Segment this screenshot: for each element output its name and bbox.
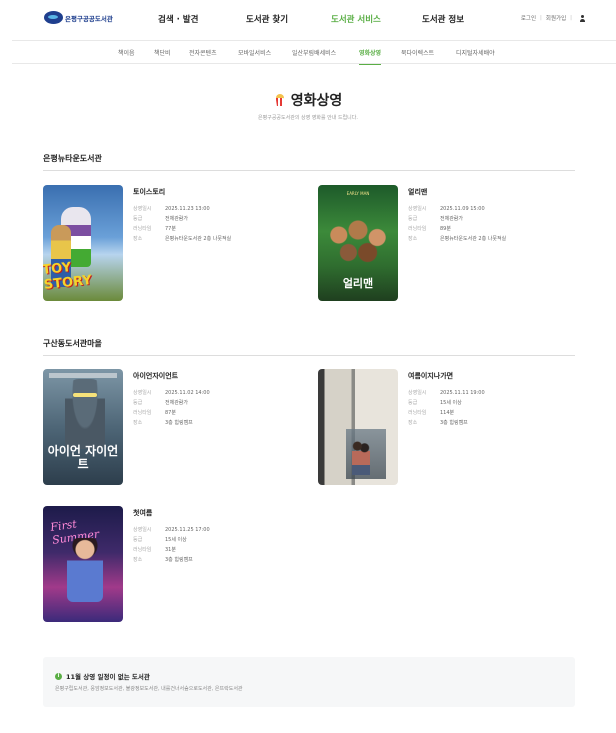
top-header: 은평구공공도서관 검색 · 발견 도서관 찾기 도서관 서비스 도서관 정보 로… xyxy=(0,0,616,38)
rating-label: 등급 xyxy=(133,400,143,406)
subnav-item-movie[interactable]: 영화상영 xyxy=(359,48,382,65)
date-value: 2025.11.25 17:00 xyxy=(165,527,210,533)
rating-value: 전체관람가 xyxy=(440,216,464,222)
poster-title: TOY STORY xyxy=(43,260,93,293)
runtime-value: 114분 xyxy=(440,410,455,416)
place-label: 장소 xyxy=(133,420,143,426)
subnav-item[interactable]: 북다이렉스트 xyxy=(401,48,434,57)
movie-info: 아이언자이언트 상영일시 2025.11.02 14:00 등급 전체관람가 러닝타… xyxy=(133,371,210,428)
date-label: 상영일시 xyxy=(408,206,427,212)
subnav-item[interactable]: 모바일서비스 xyxy=(238,48,271,57)
notice-box: i 11월 상영 일정이 없는 도서관 은평구립도서관, 응암정보도서관, 불광… xyxy=(43,657,575,707)
rating-value: 15세 이상 xyxy=(440,400,462,406)
subnav-item[interactable]: 일산부림배세비스 xyxy=(292,48,336,57)
place-label: 장소 xyxy=(408,420,418,426)
place-label: 장소 xyxy=(133,557,143,563)
utility-menu: 로그인 | 회원가입 | xyxy=(521,14,586,22)
movie-info: 토이스토리 상영일시 2025.11.23 13:00 등급 전체관람가 러닝타임 7… xyxy=(133,187,231,244)
runtime-label: 러닝타임 xyxy=(133,410,152,416)
runtime-label: 러닝타임 xyxy=(133,226,152,232)
runtime-label: 러닝타임 xyxy=(408,410,427,416)
movie-card[interactable]: First Summer 첫여름 상영일시 2025.11.25 17:00 등급… xyxy=(43,506,303,624)
movie-card[interactable]: 아이언 자이언트 아이언자이언트 상영일시 2025.11.02 14:00 등급… xyxy=(43,369,303,487)
date-value: 2025.11.02 14:00 xyxy=(165,390,210,396)
nav-find-library[interactable]: 도서관 찾기 xyxy=(246,13,288,25)
sub-navigation: 책이음 책단비 전자콘텐츠 모바일서비스 일산부림배세비스 영화상영 북다이렉스… xyxy=(12,40,616,65)
page-title: 영화상영 xyxy=(0,90,616,110)
movie-title[interactable]: 얼리맨 xyxy=(408,187,506,197)
rating-value: 전체관람가 xyxy=(165,400,189,406)
place-value: 은평뉴타운도서관 2층 나뭇적실 xyxy=(165,236,232,242)
movie-title[interactable]: 첫여름 xyxy=(133,508,210,518)
rating-label: 등급 xyxy=(133,216,143,222)
place-label: 장소 xyxy=(408,236,418,242)
movie-card[interactable]: TOY STORY 토이스토리 상영일시 2025.11.23 13:00 등급 전… xyxy=(43,185,303,303)
subnav-item[interactable]: 디지털자세배야 xyxy=(456,48,495,57)
movie-title[interactable]: 토이스토리 xyxy=(133,187,231,197)
poster-title: 얼리맨 xyxy=(342,277,374,290)
date-label: 상영일시 xyxy=(133,390,152,396)
rating-value: 15세 이상 xyxy=(165,537,187,543)
rating-label: 등급 xyxy=(408,216,418,222)
movie-card[interactable]: 여름이지나가면 상영일시 2025.11.11 19:00 등급 15세 이상 러닝… xyxy=(318,369,578,487)
movie-info: 얼리맨 상영일시 2025.11.09 15:00 등급 전체관람가 러닝타임 89분… xyxy=(408,187,506,244)
place-value: 3층 힘링캠프 xyxy=(165,557,193,563)
info-icon: i xyxy=(55,672,62,680)
nav-search-discover[interactable]: 검색 · 발견 xyxy=(158,13,198,25)
page-title-text: 영화상영 xyxy=(290,93,343,109)
runtime-value: 31분 xyxy=(165,547,176,553)
nav-library-info[interactable]: 도서관 정보 xyxy=(422,13,464,25)
runtime-value: 77분 xyxy=(165,226,176,232)
section-divider xyxy=(43,170,575,171)
page-subtitle: 은평구공공도서관의 상영 영화를 안내 드립니다. xyxy=(258,115,358,121)
date-label: 상영일시 xyxy=(133,527,152,533)
date-value: 2025.11.09 15:00 xyxy=(440,206,485,212)
movie-card[interactable]: EARLY MAN 얼리맨 얼리맨 상영일시 2025.11.09 15:00 등… xyxy=(318,185,578,303)
movie-poster[interactable]: First Summer xyxy=(43,506,123,622)
library-logo-icon xyxy=(44,11,63,24)
place-value: 3층 힘링캠프 xyxy=(440,420,468,426)
rating-value: 전체관람가 xyxy=(165,216,189,222)
notice-title: i 11월 상영 일정이 없는 도서관 xyxy=(55,671,150,681)
date-label: 상영일시 xyxy=(408,390,427,396)
notice-title-text: 11월 상영 일정이 없는 도서관 xyxy=(66,673,150,681)
movie-title[interactable]: 여름이지나가면 xyxy=(408,371,485,381)
runtime-value: 87분 xyxy=(165,410,176,416)
runtime-value: 89분 xyxy=(440,226,451,232)
runtime-label: 러닝타임 xyxy=(133,547,152,553)
subnav-item[interactable]: 책단비 xyxy=(154,48,171,57)
date-value: 2025.11.23 13:00 xyxy=(165,206,210,212)
movie-poster[interactable]: TOY STORY xyxy=(43,185,123,301)
section-title: 구산동도서관마을 xyxy=(43,339,102,348)
date-label: 상영일시 xyxy=(133,206,152,212)
notice-text: 은평구립도서관, 응암정보도서관, 불광정보도서관, 내를건너서숲으로도서관, … xyxy=(55,686,243,692)
subnav-item[interactable]: 책이음 xyxy=(118,48,135,57)
place-value: 3층 힘링캠프 xyxy=(165,420,193,426)
movie-info: 여름이지나가면 상영일시 2025.11.11 19:00 등급 15세 이상 러닝… xyxy=(408,371,485,428)
popcorn-icon xyxy=(274,94,286,106)
movie-info: 첫여름 상영일시 2025.11.25 17:00 등급 15세 이상 러닝타임 31… xyxy=(133,508,210,565)
runtime-label: 러닝타임 xyxy=(408,226,427,232)
logo-text: 은평구공공도서관 xyxy=(65,14,113,23)
movie-poster[interactable]: 아이언 자이언트 xyxy=(43,369,123,485)
join-link[interactable]: 회원가입 xyxy=(546,14,566,22)
person-icon[interactable] xyxy=(579,14,586,22)
movie-poster[interactable] xyxy=(318,369,398,485)
rating-label: 등급 xyxy=(408,400,418,406)
rating-label: 등급 xyxy=(133,537,143,543)
site-logo[interactable]: 은평구공공도서관 xyxy=(44,11,113,24)
section-title: 은평뉴타운도서관 xyxy=(43,154,102,163)
place-value: 은평뉴타운도서관 2층 나뭇적실 xyxy=(440,236,507,242)
nav-library-service[interactable]: 도서관 서비스 xyxy=(331,13,381,25)
place-label: 장소 xyxy=(133,236,143,242)
login-link[interactable]: 로그인 xyxy=(521,14,536,22)
movie-title[interactable]: 아이언자이언트 xyxy=(133,371,210,381)
poster-title: 아이언 자이언트 xyxy=(47,444,119,471)
section-divider xyxy=(43,355,575,356)
subnav-item[interactable]: 전자콘텐츠 xyxy=(189,48,217,57)
date-value: 2025.11.11 19:00 xyxy=(440,390,485,396)
movie-poster[interactable]: EARLY MAN 얼리맨 xyxy=(318,185,398,301)
